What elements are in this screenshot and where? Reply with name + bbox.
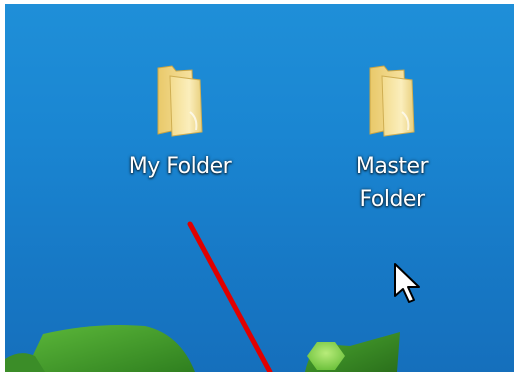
desktop[interactable]: My Folder Master Folder: [5, 4, 514, 372]
desktop-icon-my-folder[interactable]: My Folder: [115, 62, 245, 183]
icon-label-master-folder: Master Folder: [355, 154, 429, 212]
arrow-cursor-icon: [394, 263, 420, 303]
folder-icon: [362, 62, 422, 138]
folder-icon: [150, 62, 210, 138]
desktop-icon-master-folder[interactable]: Master Folder: [327, 62, 457, 216]
icon-label-my-folder: My Folder: [128, 154, 232, 179]
